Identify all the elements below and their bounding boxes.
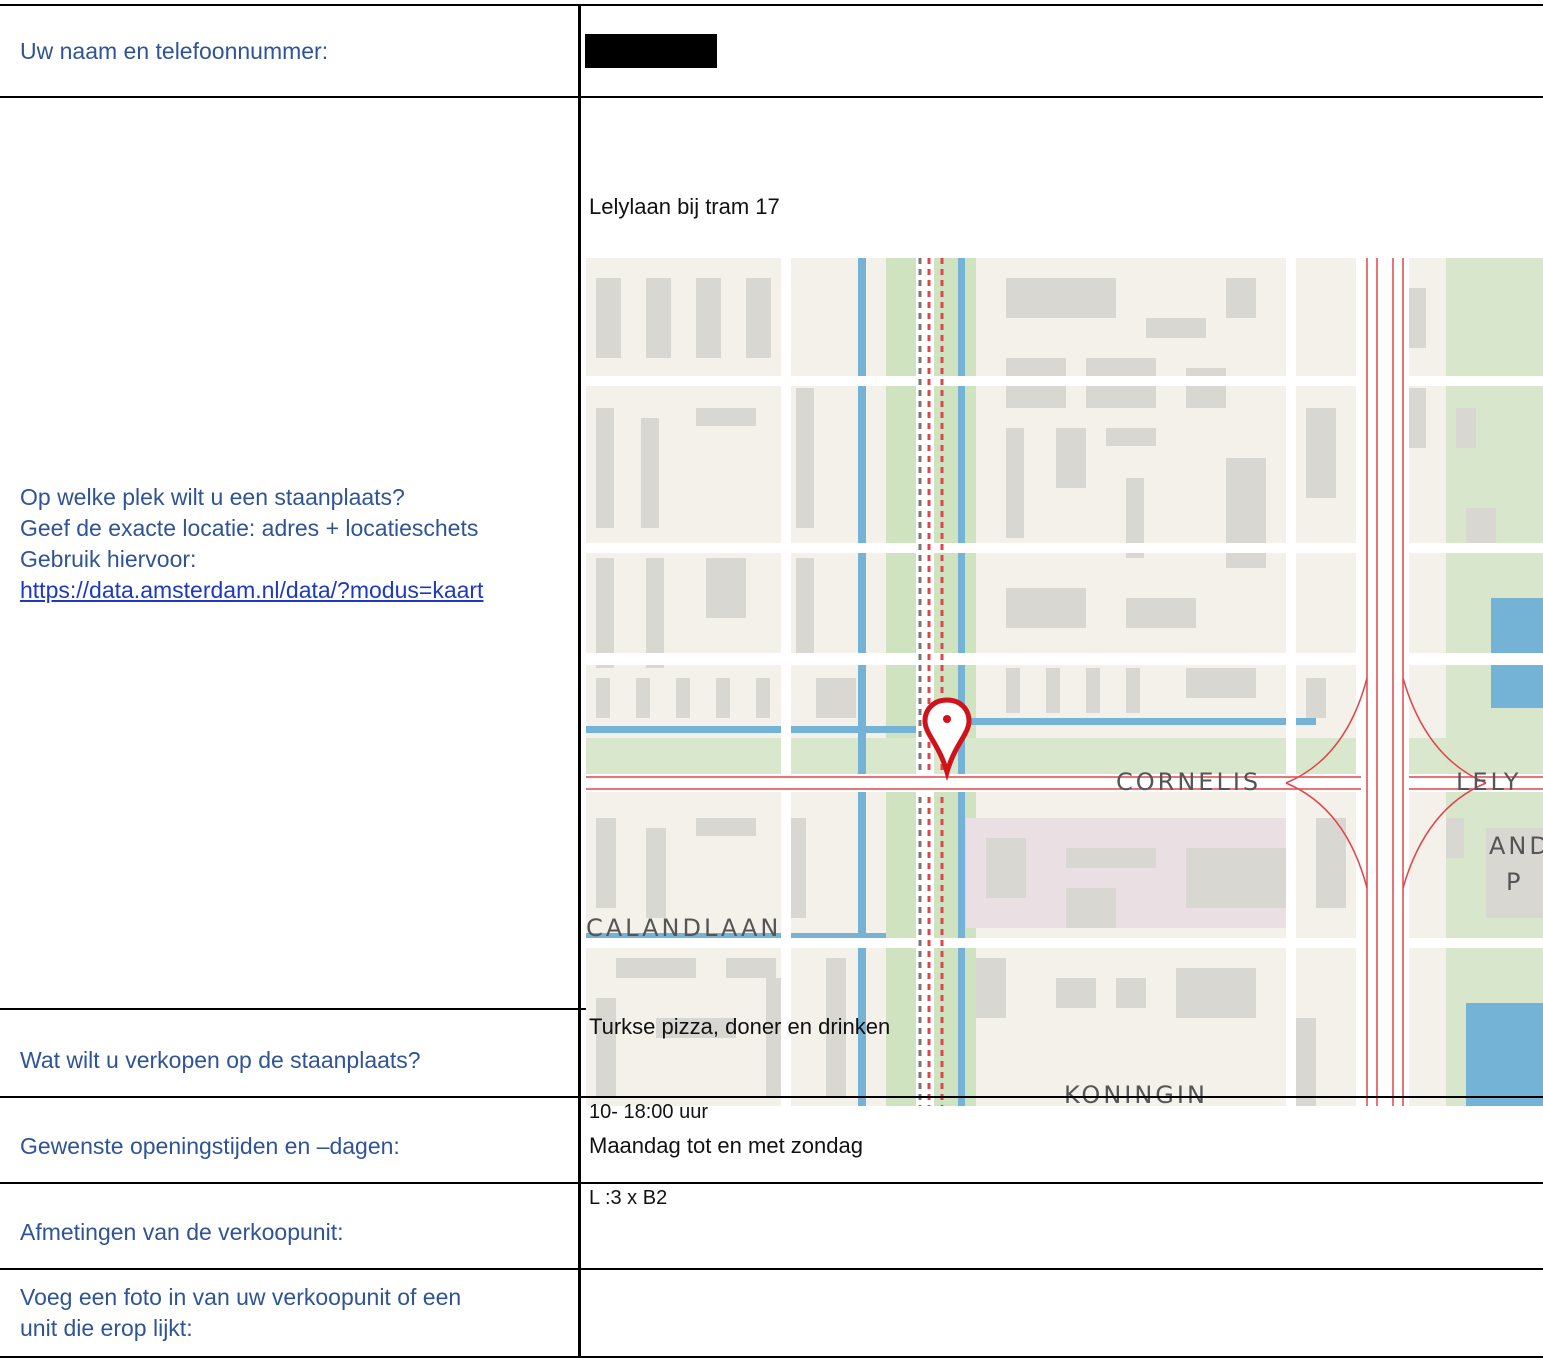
hours-value-time: 10- 18:00 uur (589, 1101, 708, 1123)
photo-label: Voeg een foto in van uw verkoopunit of e… (0, 1270, 578, 1356)
size-label: Afmetingen van de verkoopunit: (20, 1218, 344, 1245)
hours-label: Gewenste openingstijden en –dagen: (20, 1132, 400, 1159)
redacted-block (585, 34, 717, 68)
size-value: L :3 x B2 (589, 1187, 668, 1209)
map-link[interactable]: https://data.amsterdam.nl/data/?modus=ka… (20, 577, 483, 603)
row-sell: Wat wilt u verkopen op de staanplaats? T… (0, 1010, 1543, 1098)
location-map: CORNELIS LELY CALANDLAAN KONINGIN AND P (586, 258, 1543, 1106)
photo-label-line-1: Voeg een foto in van uw verkoopunit of e… (20, 1284, 462, 1310)
row-opening-hours: Gewenste openingstijden en –dagen: 10- 1… (0, 1098, 1543, 1184)
photo-value-cell (578, 1270, 1543, 1356)
row-location: Op welke plek wilt u een staanplaats? Ge… (0, 98, 1543, 1106)
application-form-table: Uw naam en telefoonnummer: Op welke plek… (0, 4, 1543, 1358)
sell-label: Wat wilt u verkopen op de staanplaats? (20, 1046, 421, 1073)
location-value: Lelylaan bij tram 17 (589, 194, 780, 219)
row-photo: Voeg een foto in van uw verkoopunit of e… (0, 1270, 1543, 1358)
hours-value-cell: 10- 18:00 uur Maandag tot en met zondag (578, 1098, 1543, 1182)
location-value-cell: Lelylaan bij tram 17 CORNELIS LELY CALAN… (578, 98, 1543, 1106)
sell-value-cell: Turkse pizza, doner en drinken (578, 1010, 1543, 1096)
area-label-p: P (1506, 868, 1523, 896)
row-name-phone: Uw naam en telefoonnummer: (0, 6, 1543, 98)
street-label-lely: LELY (1456, 768, 1521, 796)
name-phone-label: Uw naam en telefoonnummer: (20, 37, 329, 64)
photo-label-line-2: unit die erop lijkt: (20, 1315, 193, 1341)
area-label-and: AND (1489, 832, 1543, 860)
row-dimensions: Afmetingen van de verkoopunit: L :3 x B2 (0, 1184, 1543, 1270)
location-instruction: Geef de exacte locatie: adres + locaties… (20, 515, 479, 541)
location-label: Op welke plek wilt u een staanplaats? Ge… (0, 98, 578, 1008)
size-value-cell: L :3 x B2 (578, 1184, 1543, 1268)
name-phone-value (578, 6, 1543, 96)
hours-value-days: Maandag tot en met zondag (589, 1133, 863, 1158)
street-label-cornelis: CORNELIS (1116, 768, 1261, 796)
location-use-hint: Gebruik hiervoor: (20, 546, 197, 572)
sell-value: Turkse pizza, doner en drinken (589, 1014, 891, 1039)
location-question: Op welke plek wilt u een staanplaats? (20, 484, 405, 510)
street-label-calandlaan: CALANDLAAN (586, 914, 781, 942)
